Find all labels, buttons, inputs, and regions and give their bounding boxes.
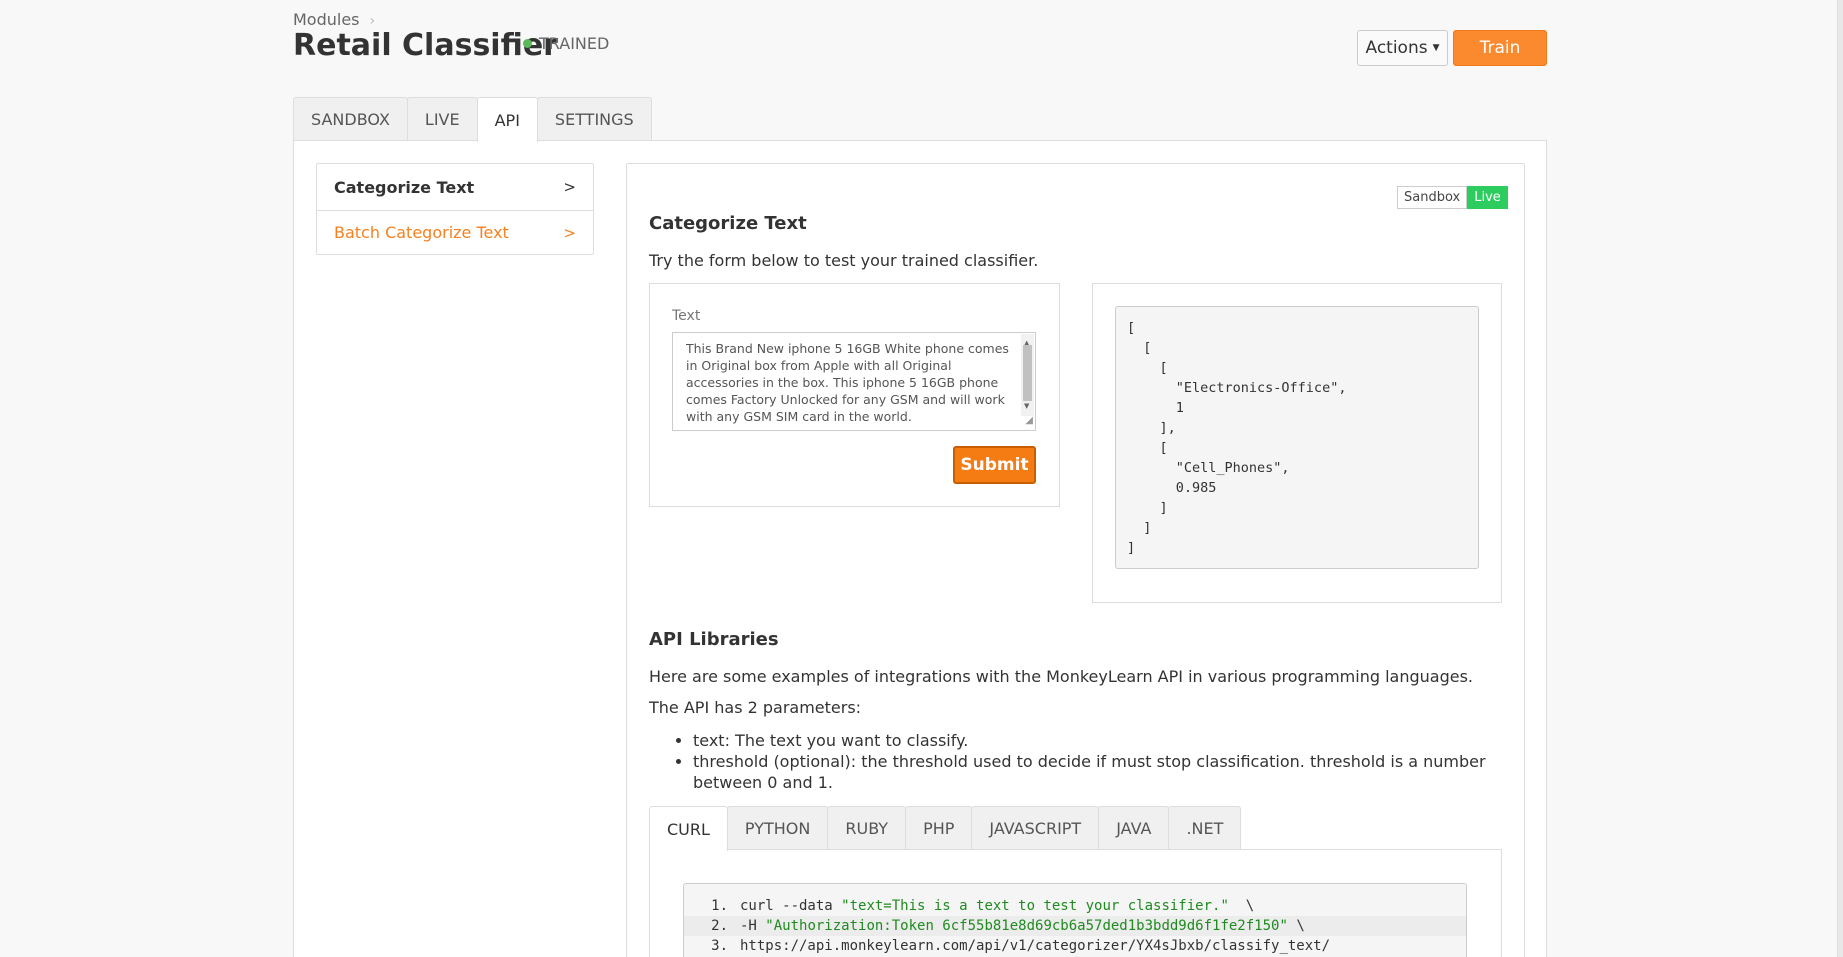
line-number: 2. [711,918,728,934]
code-line: 2. -H "Authorization:Token 6cf55b81e8d69c… [684,916,1466,936]
page-title: Retail Classifier [293,28,558,63]
code-url: https://api.monkeylearn.com/api/v1/categ… [740,938,1331,954]
chevron-right-icon: > [563,178,576,196]
code-line: 1. curl --data "text=This is a text to te… [684,896,1466,916]
sidebar-item-categorize-text[interactable]: Categorize Text > [317,164,593,210]
categorize-description: Try the form below to test your trained … [649,251,1039,270]
api-libraries-intro: Here are some examples of integrations w… [649,667,1474,686]
scroll-thumb[interactable] [1023,345,1032,401]
submit-button[interactable]: Submit [953,446,1036,484]
line-number: 3. [711,938,728,954]
tab-curl[interactable]: CURL [649,806,728,851]
code-command: -H [740,918,766,934]
sidebar-item-batch-categorize-text[interactable]: Batch Categorize Text > [317,210,593,254]
tab-live[interactable]: LIVE [406,97,478,141]
tab-dotnet[interactable]: .NET [1168,806,1242,850]
text-input[interactable]: This Brand New iphone 5 16GB White phone… [672,332,1036,431]
code-line: 3. https://api.monkeylearn.com/api/v1/cat… [684,936,1466,956]
api-params-intro: The API has 2 parameters: [649,698,862,717]
list-item: threshold (optional): the threshold used… [693,751,1493,793]
tab-ruby[interactable]: RUBY [827,806,907,850]
env-sandbox-option[interactable]: Sandbox [1397,186,1468,209]
line-number: 1. [711,898,728,914]
sidebar-item-label: Batch Categorize Text [334,223,509,242]
api-libraries-heading: API Libraries [649,629,779,650]
textarea-scrollbar[interactable]: ▲ ▼ [1021,334,1034,416]
tab-javascript[interactable]: JAVASCRIPT [971,806,1100,850]
tab-api[interactable]: API [476,97,538,142]
code-command: curl --data [740,898,842,914]
text-field-label: Text [672,308,701,324]
caret-down-icon: ▼ [1432,43,1440,53]
tab-python[interactable]: PYTHON [726,806,829,850]
tab-sandbox[interactable]: SANDBOX [293,97,408,141]
resize-grip-icon[interactable]: ◢ [1025,412,1033,429]
api-params-list: text: The text you want to classify. thr… [693,730,1493,793]
breadcrumb-modules-link[interactable]: Modules [293,10,360,29]
breadcrumb-separator: › [369,13,376,29]
env-live-option[interactable]: Live [1467,186,1508,209]
code-continuation: \ [1228,898,1255,914]
tab-php[interactable]: PHP [905,806,973,850]
code-continuation: \ [1287,918,1305,934]
environment-toggle: Sandbox Live [1397,186,1508,209]
text-input-value: This Brand New iphone 5 16GB White phone… [686,341,1009,424]
code-sample: 1. curl --data "text=This is a text to te… [683,883,1467,957]
breadcrumb: Modules › [293,10,375,29]
train-button[interactable]: Train [1453,30,1547,66]
chevron-right-icon: > [563,223,576,242]
tab-java[interactable]: JAVA [1098,806,1170,850]
status-badge: TRAINED [523,34,609,53]
api-sidebar: Categorize Text > Batch Categorize Text … [316,163,594,255]
categorize-heading: Categorize Text [649,213,807,234]
status-dot-icon [523,39,532,48]
code-string: "text=This is a text to test your classi… [841,898,1229,914]
module-tabs: SANDBOX LIVE API SETTINGS [293,97,652,142]
sidebar-item-label: Categorize Text [334,177,475,197]
language-tabs: CURL PYTHON RUBY PHP JAVASCRIPT JAVA .NE… [649,806,1242,851]
list-item: text: The text you want to classify. [693,730,1493,751]
result-json: [ [ [ "Electronics-Office", 1 ], [ "Cell… [1115,306,1479,569]
tab-settings[interactable]: SETTINGS [536,97,652,141]
status-label: TRAINED [539,34,610,53]
actions-dropdown-button[interactable]: Actions ▼ [1357,30,1448,66]
page-scrollbar[interactable] [1837,0,1843,957]
code-string: "Authorization:Token 6cf55b81e8d69cb6a57… [765,918,1288,934]
actions-label: Actions [1365,38,1428,58]
